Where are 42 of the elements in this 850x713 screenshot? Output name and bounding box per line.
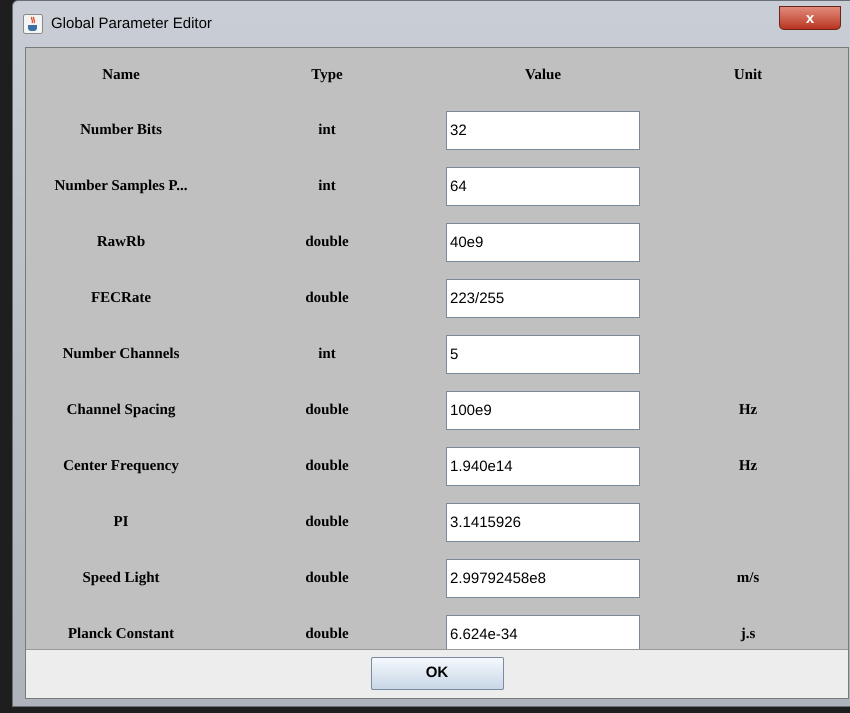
column-header: Unit [734,66,762,85]
parameter-name: Channel Spacing [66,400,176,420]
value-field[interactable]: 100e9 [446,390,640,430]
parameter-name: Number Samples P... [54,176,188,196]
close-button[interactable]: x [779,6,841,30]
parameter-type: double [305,624,349,644]
parameter-name: Speed Light [82,568,160,588]
parameter-type: double [305,512,349,532]
parameter-name: Planck Constant [68,624,174,644]
parameter-name: Number Channels [62,344,180,364]
parameter-name: RawRb [96,232,146,252]
column-header: Type [311,66,343,85]
parameter-name: FECRate [91,288,151,308]
parameter-name: Number Bits [80,120,162,140]
parameter-unit: Hz [738,456,758,476]
value-field[interactable]: 2.99792458e8 [446,558,640,598]
value-field[interactable]: 5 [446,334,640,374]
value-field[interactable]: 1.940e14 [446,446,640,486]
value-field[interactable]: 223/255 [446,278,640,318]
window-title: Global Parameter Editor [51,14,212,34]
value-field[interactable]: 40e9 [446,222,640,262]
coffee-cup-icon [23,14,43,34]
parameter-unit: Hz [738,400,758,420]
parameter-type: double [305,568,349,588]
parameter-type: double [305,232,349,252]
parameter-type: double [305,400,349,420]
parameter-name: PI [114,512,128,532]
parameter-type: int [318,344,336,364]
ok-button[interactable]: OK [370,657,504,690]
parameter-type: int [318,120,336,140]
value-field[interactable]: 3.1415926 [446,502,640,542]
value-field[interactable]: 64 [446,166,640,206]
parameter-unit: m/s [736,568,760,588]
parameter-type: int [318,176,336,196]
value-field[interactable]: 6.624e-34 [446,614,640,649]
column-header: Name [102,66,140,85]
parameter-unit: j.s [740,624,756,644]
parameter-name: Center Frequency [63,456,179,476]
parameter-type: double [305,288,349,308]
parameter-type: double [305,456,349,476]
value-field[interactable]: 32 [446,110,640,150]
column-header: Value [524,66,562,85]
